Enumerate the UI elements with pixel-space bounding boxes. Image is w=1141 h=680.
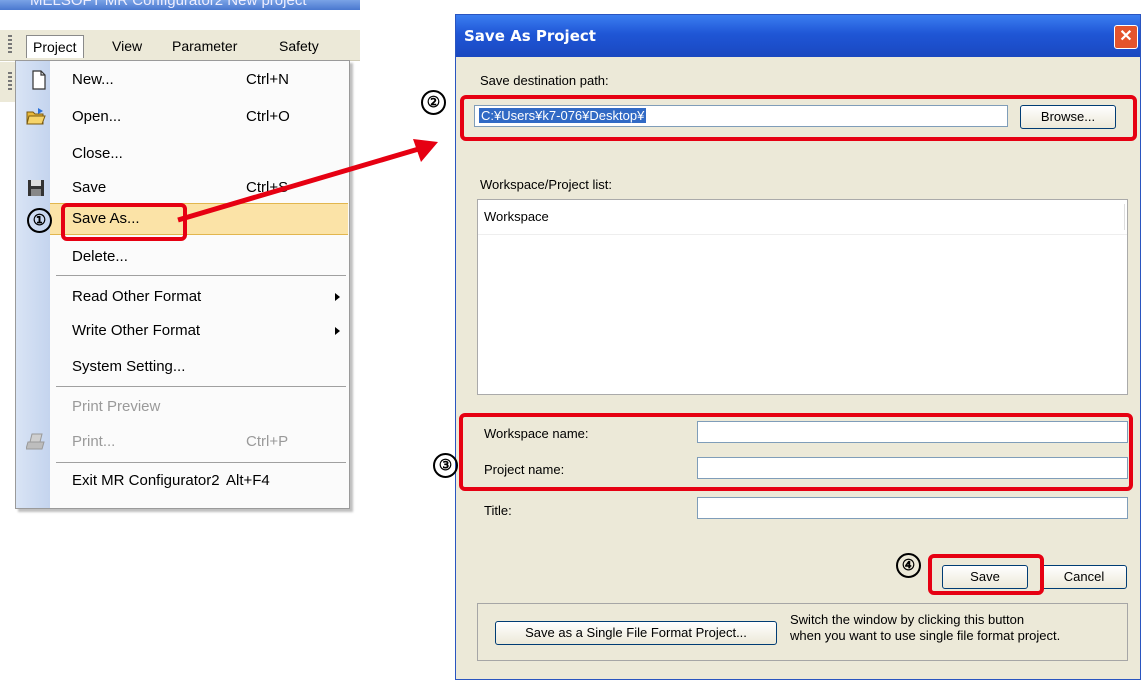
menu-item-shortcut: Ctrl+N — [246, 71, 289, 88]
single-file-note-line: when you want to use single file format … — [790, 628, 1061, 643]
step-4-highlight — [928, 554, 1044, 595]
single-file-format-button[interactable]: Save as a Single File Format Project... — [495, 621, 777, 645]
step-3-highlight — [459, 413, 1133, 491]
title-input[interactable] — [697, 497, 1128, 519]
close-icon[interactable]: ✕ — [1114, 25, 1138, 49]
single-file-group: Save as a Single File Format Project... … — [477, 603, 1128, 661]
dialog-title: Save As Project — [464, 27, 596, 45]
menu-separator — [56, 275, 346, 276]
new-file-icon — [32, 70, 46, 90]
floppy-disk-icon — [28, 180, 44, 196]
step-2-marker: ② — [421, 90, 446, 115]
menu-item-label: Save — [72, 179, 107, 196]
single-file-note: Switch the window by clicking this butto… — [790, 612, 1060, 644]
menu-safety[interactable]: Safety — [273, 35, 325, 57]
menu-item-shortcut: Alt+F4 — [226, 472, 270, 489]
cancel-button[interactable]: Cancel — [1041, 565, 1127, 589]
menu-bar: Project View Parameter Safety — [0, 30, 360, 61]
menu-item-exit[interactable]: Exit MR Configurator2 Alt+F4 — [50, 466, 348, 496]
workspace-column-label: Workspace — [484, 209, 549, 224]
menu-item-label: Open... — [72, 108, 122, 125]
menu-item-label: System Setting... — [72, 358, 186, 375]
menu-item-system-setting[interactable]: System Setting... — [50, 352, 348, 382]
menu-item-label: Close... — [72, 145, 123, 162]
save-path-label: Save destination path: — [480, 73, 609, 88]
app-title: MELSOFT MR Configurator2 New project — [30, 0, 307, 9]
menu-item-shortcut: Ctrl+O — [246, 108, 290, 125]
menu-item-label: Print Preview — [72, 398, 161, 415]
menubar-grip-handle[interactable] — [8, 35, 12, 55]
toolbar-grip-handle[interactable] — [8, 72, 12, 92]
dialog-title-bar[interactable]: Save As Project ✕ — [456, 15, 1140, 57]
step-1-marker: ① — [27, 208, 52, 233]
open-folder-icon — [26, 108, 46, 125]
menu-item-label: Read Other Format — [72, 288, 202, 305]
workspace-list-label: Workspace/Project list: — [480, 177, 612, 192]
step-1-highlight — [61, 203, 187, 241]
menu-item-shortcut: Ctrl+P — [246, 433, 289, 450]
menu-item-print-preview[interactable]: Print Preview — [50, 392, 348, 422]
menu-item-label: Delete... — [72, 248, 128, 265]
menu-parameter[interactable]: Parameter — [166, 35, 243, 57]
menu-project[interactable]: Project — [26, 35, 84, 58]
app-title-bar: MELSOFT MR Configurator2 New project — [0, 0, 360, 10]
menu-item-label: Exit MR Configurator2 — [72, 472, 220, 489]
submenu-arrow-icon — [335, 327, 340, 335]
menu-item-write-other-format[interactable]: Write Other Format — [50, 316, 348, 346]
menu-item-label: Write Other Format — [72, 322, 201, 339]
menu-item-delete[interactable]: Delete... — [50, 242, 348, 272]
step-3-marker: ③ — [433, 453, 458, 478]
menu-item-new[interactable]: New... Ctrl+N — [50, 65, 348, 95]
single-file-note-line: Switch the window by clicking this butto… — [790, 612, 1025, 627]
menu-item-label: New... — [72, 71, 114, 88]
submenu-arrow-icon — [335, 293, 340, 301]
menu-view[interactable]: View — [106, 35, 148, 57]
menu-item-label: Print... — [72, 433, 116, 450]
menu-item-read-other-format[interactable]: Read Other Format — [50, 282, 348, 312]
menu-item-open[interactable]: Open... Ctrl+O — [50, 102, 348, 132]
column-divider — [1124, 204, 1125, 230]
menu-item-print[interactable]: Print... Ctrl+P — [50, 427, 348, 457]
project-menu-dropdown: New... Ctrl+N Open... Ctrl+O Close... Sa… — [15, 60, 350, 509]
workspace-project-list[interactable]: Workspace — [477, 199, 1128, 395]
printer-icon — [26, 433, 45, 450]
step-4-marker: ④ — [896, 553, 921, 578]
title-label: Title: — [484, 503, 512, 518]
step-2-highlight — [460, 95, 1137, 141]
menu-separator — [56, 462, 346, 463]
list-column-header[interactable]: Workspace — [478, 200, 1127, 235]
pointer-arrow — [177, 139, 438, 223]
menu-separator — [56, 386, 346, 387]
